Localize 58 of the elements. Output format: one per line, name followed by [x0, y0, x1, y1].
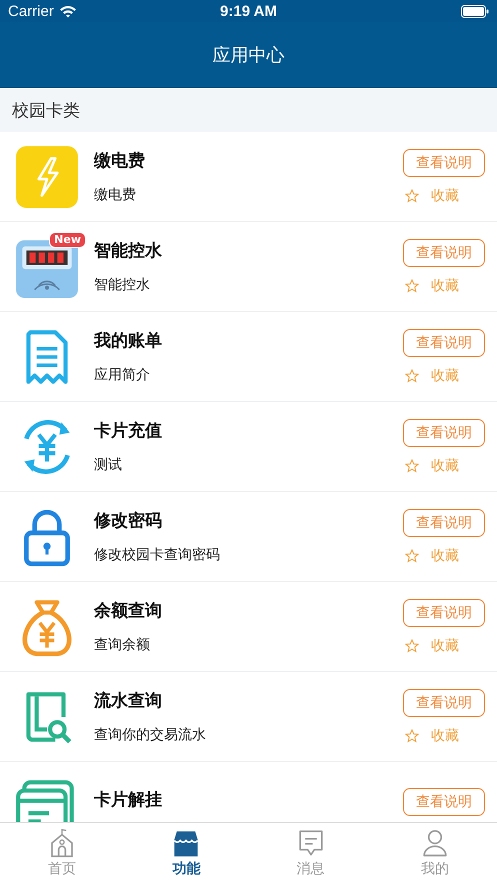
- battery-icon: [461, 4, 489, 18]
- view-details-button[interactable]: 查看说明: [403, 148, 485, 176]
- app-row[interactable]: 缴电费 缴电费 查看说明 收藏: [0, 132, 497, 222]
- person-icon: [420, 828, 449, 858]
- star-icon[interactable]: [405, 638, 419, 652]
- star-icon[interactable]: [405, 458, 419, 472]
- favorite-link[interactable]: 收藏: [431, 276, 459, 294]
- view-details-button[interactable]: 查看说明: [403, 788, 485, 816]
- app-description: 缴电费: [94, 186, 137, 204]
- app-title: 余额查询: [94, 600, 163, 622]
- tab-item[interactable]: 功能: [124, 823, 248, 883]
- new-badge: New: [49, 232, 86, 248]
- app-row[interactable]: New 智能控水 智能控水 查看说明 收藏: [0, 222, 497, 312]
- view-details-button[interactable]: 查看说明: [403, 508, 485, 536]
- star-icon[interactable]: [405, 548, 419, 562]
- app-title: 卡片充值: [94, 420, 163, 442]
- app-title: 我的账单: [94, 330, 163, 352]
- favorite-link[interactable]: 收藏: [431, 726, 459, 744]
- app-title: 流水查询: [94, 690, 163, 712]
- favorite-link[interactable]: 收藏: [431, 366, 459, 384]
- app-title: 智能控水: [94, 240, 163, 262]
- page-title: 应用中心: [212, 44, 284, 66]
- app-row[interactable]: 流水查询 查询你的交易流水 查看说明 收藏: [0, 672, 497, 762]
- star-icon[interactable]: [405, 278, 419, 292]
- app-description: 查询余额: [94, 636, 151, 654]
- favorite-link[interactable]: 收藏: [431, 186, 459, 204]
- app-description: 测试: [94, 456, 123, 474]
- wifi-icon: [58, 4, 77, 18]
- app-row[interactable]: 卡片充值 测试 查看说明 收藏: [0, 402, 497, 492]
- star-icon[interactable]: [405, 188, 419, 202]
- view-details-button[interactable]: 查看说明: [403, 238, 485, 266]
- app-title: 卡片解挂: [94, 789, 163, 811]
- star-icon[interactable]: [405, 728, 419, 742]
- section-title: 校园卡类: [12, 100, 80, 122]
- view-details-button[interactable]: 查看说明: [403, 598, 485, 626]
- favorite-link[interactable]: 收藏: [431, 546, 459, 564]
- lightning-icon: [14, 144, 80, 210]
- view-details-button[interactable]: 查看说明: [403, 328, 485, 356]
- app-row[interactable]: 余额查询 查询余额 查看说明 收藏: [0, 582, 497, 672]
- app-row[interactable]: 修改密码 修改校园卡查询密码 查看说明 收藏: [0, 492, 497, 582]
- favorite-link[interactable]: 收藏: [431, 636, 459, 654]
- app-description: 修改校园卡查询密码: [94, 546, 221, 564]
- app-description: 查询你的交易流水: [94, 726, 207, 744]
- tab-item[interactable]: 消息: [248, 823, 373, 883]
- app-row[interactable]: 我的账单 应用简介 查看说明 收藏: [0, 312, 497, 402]
- tab-item[interactable]: 首页: [0, 823, 124, 883]
- view-details-button[interactable]: 查看说明: [403, 418, 485, 446]
- app-title: 修改密码: [94, 510, 163, 532]
- tab-item[interactable]: 我的: [372, 823, 497, 883]
- status-time: 9:19 AM: [220, 2, 277, 20]
- app-title: 缴电费: [94, 150, 146, 172]
- carrier-label: Carrier: [8, 2, 54, 20]
- app-description: 智能控水: [94, 276, 151, 294]
- message-icon: [296, 828, 325, 858]
- favorite-link[interactable]: 收藏: [431, 456, 459, 474]
- view-details-button[interactable]: 查看说明: [403, 688, 485, 716]
- app-description: 应用简介: [94, 366, 151, 384]
- star-icon[interactable]: [405, 368, 419, 382]
